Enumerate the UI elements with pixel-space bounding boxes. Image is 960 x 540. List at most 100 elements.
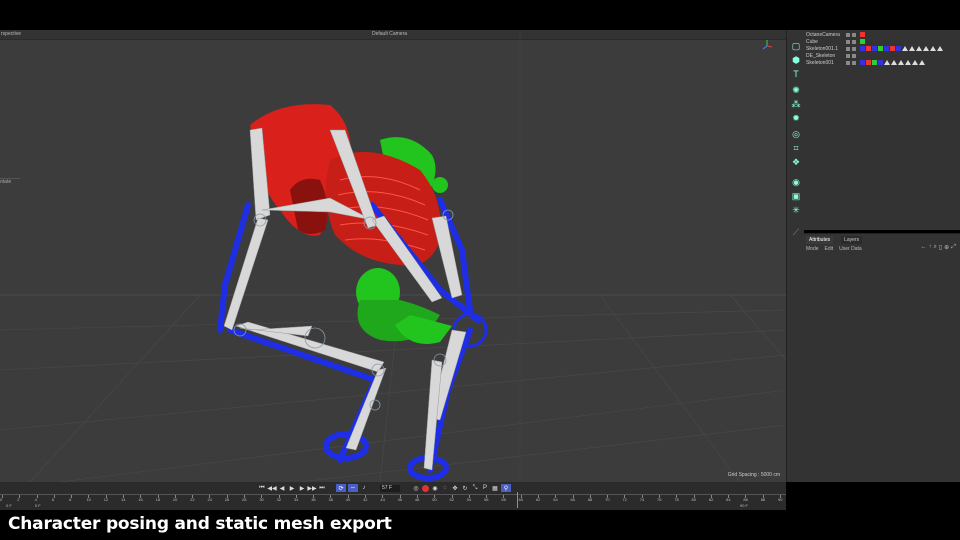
ruler-tick-label: 20 bbox=[172, 497, 178, 502]
ruler-tick-label: 70 bbox=[605, 497, 610, 502]
record-icon[interactable] bbox=[422, 484, 429, 492]
ruler-tick-label: 0 bbox=[0, 497, 3, 502]
red-skeleton-mesh bbox=[250, 104, 441, 266]
object-flags[interactable] bbox=[846, 39, 856, 44]
keyframe-selection-icon[interactable]: ◌ bbox=[441, 484, 449, 492]
sound-icon[interactable]: ♪ bbox=[360, 484, 368, 492]
new-panel-icon[interactable]: ⊕ bbox=[944, 244, 949, 251]
top-black-bar bbox=[0, 0, 960, 30]
ruler-tick-label: 18 bbox=[155, 497, 161, 502]
tab-attributes[interactable]: Attributes bbox=[806, 236, 834, 244]
camera-icon[interactable]: ◉ bbox=[790, 176, 802, 188]
expand-icon[interactable]: ⤢ bbox=[951, 244, 956, 251]
light-icon[interactable]: ✳ bbox=[790, 204, 802, 216]
object-name[interactable]: OctaneCamera bbox=[806, 32, 842, 38]
current-frame-field[interactable]: 57 F bbox=[380, 484, 400, 492]
object-tags[interactable] bbox=[860, 60, 925, 65]
ruler-tick-label: 58 bbox=[501, 497, 506, 502]
ruler-tick-label: 16 bbox=[138, 497, 143, 502]
brush-icon[interactable]: ⟋ bbox=[790, 226, 802, 238]
polygon-object-icon[interactable]: ⬢ bbox=[790, 54, 802, 66]
tab-layers[interactable]: Layers bbox=[841, 236, 863, 244]
object-row[interactable]: DE_Skeleton bbox=[806, 52, 958, 59]
object-tags[interactable] bbox=[860, 32, 865, 37]
ruler-tick-label: 50 bbox=[432, 497, 437, 502]
ruler-tick-label: 8 bbox=[69, 497, 72, 502]
object-flags[interactable] bbox=[846, 46, 856, 51]
app-window: rspective Default Camera otate Grid Spac… bbox=[0, 0, 960, 540]
loop-icon[interactable]: ⟳ bbox=[336, 484, 346, 492]
go-to-start-icon[interactable]: ⏮ bbox=[258, 484, 266, 492]
range-start-2: 0 F bbox=[34, 503, 41, 508]
object-row[interactable]: OctaneCamera bbox=[806, 31, 958, 38]
object-name[interactable]: DE_Skeleton bbox=[806, 53, 842, 59]
object-row[interactable]: Cube bbox=[806, 38, 958, 45]
transport-controls: ⏮ ◀◀ ◀ ▶ ▶ ▶▶ ⏭ ⟳ ⇔ ♪ 57 F ◎ ◉ ◌ ✥ ↻ ⤡ P… bbox=[258, 484, 511, 492]
object-name[interactable]: Skeleton001.1 bbox=[806, 46, 842, 52]
search-icon[interactable]: ⌕ bbox=[933, 244, 936, 251]
record-off-icon[interactable]: ◎ bbox=[412, 484, 420, 492]
ruler-tick-label: 72 bbox=[622, 497, 627, 502]
generator-icon[interactable]: ✺ bbox=[790, 84, 802, 96]
ruler-tick-label: 90 bbox=[778, 497, 783, 502]
up-icon[interactable]: ↑ bbox=[928, 244, 931, 251]
prev-frame-icon[interactable]: ◀ bbox=[278, 484, 286, 492]
menu-edit[interactable]: Edit bbox=[825, 246, 834, 252]
ruler-tick-label: 12 bbox=[103, 497, 109, 502]
prev-key-icon[interactable]: ◀◀ bbox=[267, 484, 276, 492]
cube-primitive-icon[interactable]: ▢ bbox=[790, 40, 802, 52]
ruler-tick-label: 34 bbox=[293, 497, 299, 502]
object-flags[interactable] bbox=[846, 32, 856, 37]
ruler-tick-label: 88 bbox=[760, 497, 766, 502]
play-icon[interactable]: ▶ bbox=[288, 484, 296, 492]
ruler-tick-label: 26 bbox=[224, 497, 230, 502]
3d-viewport[interactable]: rspective Default Camera otate Grid Spac… bbox=[0, 30, 786, 482]
volume-icon[interactable]: ❖ bbox=[790, 156, 802, 168]
ruler-tick-label: 54 bbox=[466, 497, 472, 502]
object-row[interactable]: Skeleton001 bbox=[806, 59, 958, 66]
object-row[interactable]: Skeleton001.1 bbox=[806, 45, 958, 52]
object-manager: OctaneCamera Cube Skeleton001.1 DE_Skele… bbox=[804, 30, 960, 230]
object-tags[interactable] bbox=[860, 39, 865, 44]
ruler-tick-label: 6 bbox=[51, 497, 55, 502]
field-icon[interactable]: ◎ bbox=[790, 128, 802, 140]
scene-canvas[interactable] bbox=[0, 30, 786, 482]
ruler-tick-label: 56 bbox=[484, 497, 489, 502]
move-key-icon[interactable]: ✥ bbox=[451, 484, 459, 492]
timeline-right-area bbox=[786, 482, 960, 510]
object-tags[interactable] bbox=[860, 46, 943, 51]
menu-mode[interactable]: Mode bbox=[806, 246, 819, 252]
object-flags[interactable] bbox=[846, 60, 856, 65]
object-name[interactable]: Cube bbox=[806, 39, 842, 45]
timeline-ruler[interactable]: 0 2 4 6 8 10 12 14 16 18 20 22 24 26 28 30 32 34 36 38 40 42 4… bbox=[0, 494, 786, 502]
text-tool-icon[interactable]: T bbox=[790, 68, 802, 80]
param-key-icon[interactable]: P bbox=[481, 484, 489, 492]
autokey-icon[interactable]: ◉ bbox=[431, 484, 439, 492]
go-to-end-icon[interactable]: ⏭ bbox=[318, 484, 326, 492]
deformer-icon[interactable]: ✹ bbox=[790, 112, 802, 124]
playhead[interactable] bbox=[517, 492, 518, 508]
attributes-panel: Attributes Layers Mode Edit User Data ← … bbox=[804, 233, 960, 482]
scale-key-icon[interactable]: ⤡ bbox=[471, 484, 479, 492]
menu-user-data[interactable]: User Data bbox=[839, 246, 862, 252]
ruler-tick-label: 22 bbox=[190, 497, 195, 502]
range-icon[interactable]: ⇔ bbox=[348, 484, 358, 492]
ruler-tick-label: 38 bbox=[328, 497, 333, 502]
next-frame-icon[interactable]: ▶ bbox=[298, 484, 306, 492]
ruler-tick-label: 36 bbox=[311, 497, 316, 502]
spline-icon[interactable]: ⌗ bbox=[790, 142, 802, 154]
lock-icon[interactable]: ▯ bbox=[939, 244, 942, 251]
object-name[interactable]: Skeleton001 bbox=[806, 60, 842, 66]
pla-key-icon[interactable]: ▦ bbox=[491, 484, 499, 492]
render-icon[interactable]: ▣ bbox=[790, 190, 802, 202]
motion-icon[interactable]: ⚲ bbox=[501, 484, 511, 492]
back-icon[interactable]: ← bbox=[920, 244, 926, 251]
object-flags[interactable] bbox=[846, 53, 856, 58]
ruler-tick-label: 60 bbox=[518, 497, 524, 502]
ruler-tick-label: 66 bbox=[570, 497, 575, 502]
grid-spacing-label: Grid Spacing : 5000 cm bbox=[727, 472, 780, 478]
rotate-key-icon[interactable]: ↻ bbox=[461, 484, 469, 492]
next-key-icon[interactable]: ▶▶ bbox=[307, 484, 316, 492]
ruler-tick-label: 40 bbox=[345, 497, 351, 502]
cloner-icon[interactable]: ⁂ bbox=[790, 98, 802, 110]
